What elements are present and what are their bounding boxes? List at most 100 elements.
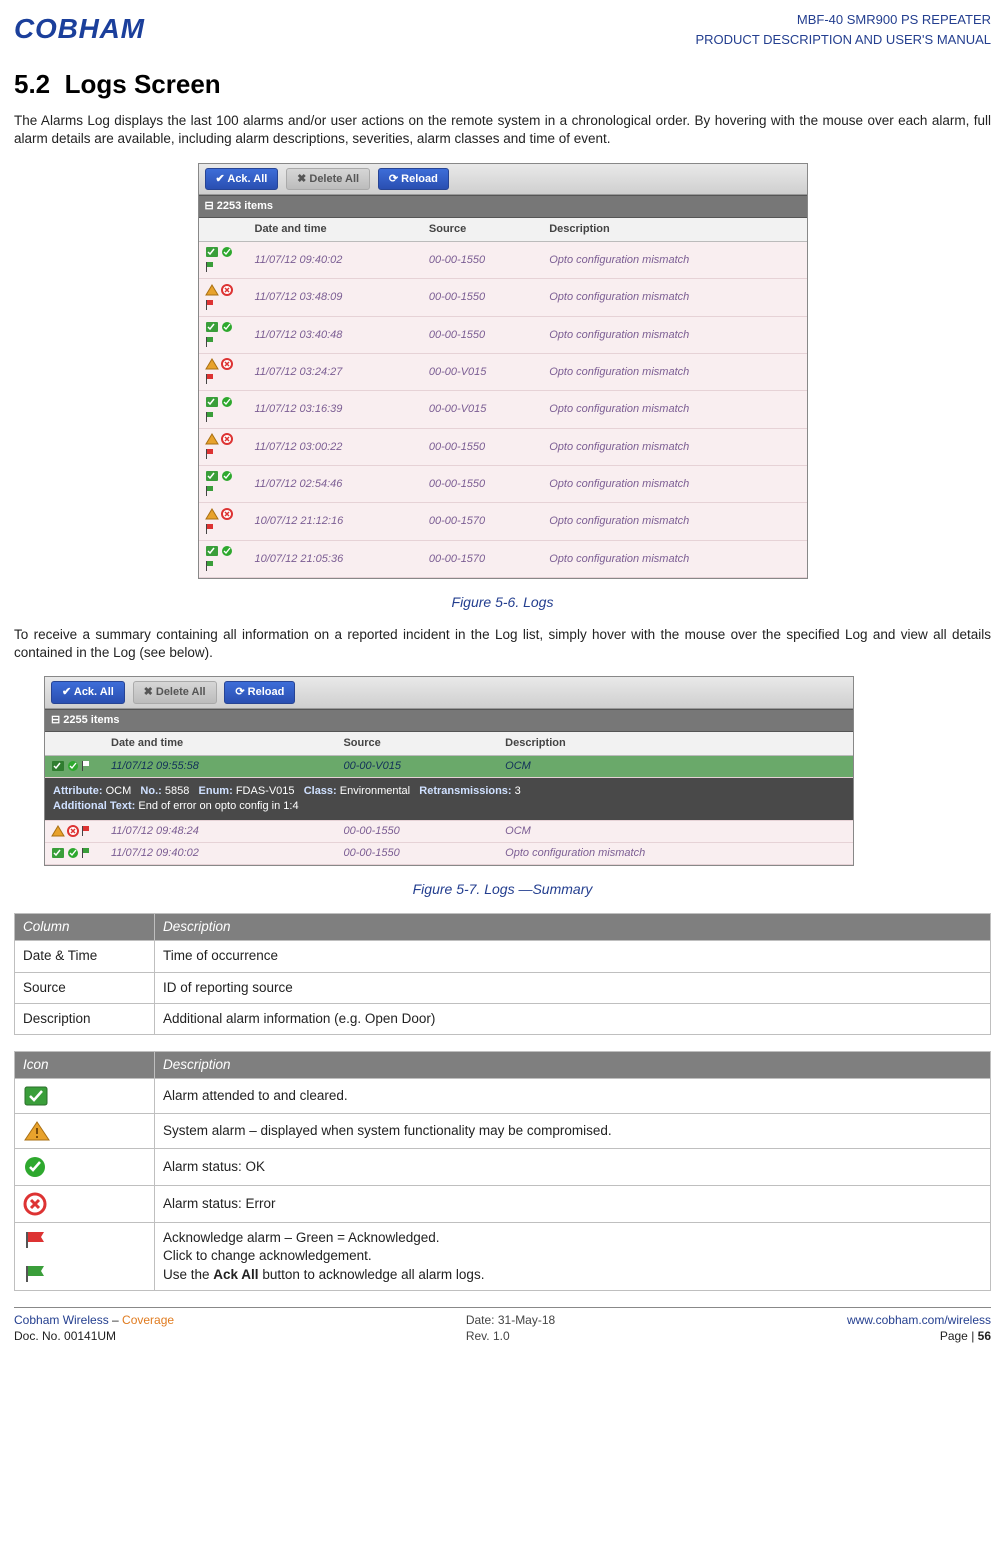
- figure-1-caption: Figure 5-6. Logs: [14, 593, 991, 612]
- status-error-icon: [221, 282, 233, 297]
- status-error-icon: [221, 432, 233, 447]
- table-row[interactable]: 10/07/12 21:12:1600-00-1570Opto configur…: [199, 503, 807, 540]
- log-table-2: Date and time Source Description 11/07/1…: [45, 732, 853, 865]
- system-alarm-icon: [205, 506, 219, 521]
- section-title: Logs Screen: [65, 69, 221, 99]
- header-column: Column: [15, 914, 155, 941]
- table-header-row: Column Description: [15, 914, 991, 941]
- ack-all-button[interactable]: ✔ Ack. All: [205, 168, 279, 191]
- table-row[interactable]: 11/07/12 03:40:4800-00-1550Opto configur…: [199, 316, 807, 353]
- col-date: Date and time: [249, 218, 423, 241]
- footer-brand: Cobham Wireless: [14, 1313, 109, 1327]
- table-row[interactable]: 11/07/12 03:48:0900-00-1550Opto configur…: [199, 279, 807, 316]
- column-description-table: Column Description Date & TimeTime of oc…: [14, 913, 991, 1035]
- screenshot-logs: ✔ Ack. All ✖ Delete All ⟳ Reload ⊟ 2253 …: [198, 163, 808, 580]
- footer-left: Cobham Wireless – Coverage Doc. No. 0014…: [14, 1312, 174, 1344]
- system-alarm-icon: [23, 1120, 51, 1142]
- attended-cleared-icon: [205, 544, 219, 559]
- figure-2-wrap: ✔ Ack. All ✖ Delete All ⟳ Reload ⊟ 2255 …: [44, 676, 991, 866]
- table-row[interactable]: 10/07/12 21:05:3600-00-1570Opto configur…: [199, 540, 807, 577]
- reload-button[interactable]: ⟳ Reload: [224, 681, 295, 704]
- footer-rev: Rev. 1.0: [466, 1329, 510, 1343]
- table-row[interactable]: 11/07/12 03:24:2700-00-V015Opto configur…: [199, 354, 807, 391]
- flag-green-icon: [205, 335, 215, 350]
- status-error-icon: [67, 824, 79, 839]
- flag-red-icon: [81, 824, 91, 839]
- table-row: System alarm – displayed when system fun…: [15, 1114, 991, 1149]
- footer-link[interactable]: www.cobham.com/wireless: [847, 1313, 991, 1327]
- section-number: 5.2: [14, 69, 50, 99]
- table-row[interactable]: 11/07/12 09:40:0200-00-1550Opto configur…: [199, 242, 807, 279]
- header-icon: Icon: [15, 1051, 155, 1078]
- item-count-bar: ⊟ 2253 items: [199, 195, 807, 218]
- table-row: Alarm status: Error: [15, 1186, 991, 1223]
- table-row[interactable]: 11/07/12 09:48:2400-00-1550OCM: [45, 820, 853, 842]
- footer-center: Date: 31-May-18 Rev. 1.0: [466, 1312, 555, 1344]
- flag-green-icon: [81, 759, 91, 774]
- status-ok-icon: [221, 320, 233, 335]
- col-source-2: Source: [337, 732, 499, 755]
- reload-button[interactable]: ⟳ Reload: [378, 168, 449, 191]
- col-description-2: Description: [499, 732, 853, 755]
- ack-desc-line1: Acknowledge alarm – Green = Acknowledged…: [163, 1229, 982, 1247]
- screenshot-toolbar: ✔ Ack. All ✖ Delete All ⟳ Reload: [199, 164, 807, 196]
- status-error-icon: [23, 1192, 47, 1216]
- flag-green-icon: [205, 559, 215, 574]
- screenshot2-toolbar: ✔ Ack. All ✖ Delete All ⟳ Reload: [45, 677, 853, 709]
- log-table: Date and time Source Description 11/07/1…: [199, 218, 807, 578]
- table-row[interactable]: 11/07/12 02:54:4600-00-1550Opto configur…: [199, 466, 807, 503]
- section-heading: 5.2 Logs Screen: [14, 67, 991, 102]
- footer-docno: Doc. No. 00141UM: [14, 1329, 116, 1343]
- figure-1-wrap: ✔ Ack. All ✖ Delete All ⟳ Reload ⊟ 2253 …: [14, 163, 991, 580]
- table-row-selected[interactable]: 11/07/12 09:55:58 00-00-V015 OCM: [45, 756, 853, 778]
- table-row: Alarm status: OK: [15, 1149, 991, 1186]
- table-row: DescriptionAdditional alarm information …: [15, 1003, 991, 1034]
- delete-all-button[interactable]: ✖ Delete All: [133, 681, 217, 704]
- ack-all-button[interactable]: ✔ Ack. All: [51, 681, 125, 704]
- section-paragraph-2: To receive a summary containing all info…: [14, 626, 991, 662]
- attended-cleared-icon: [205, 469, 219, 484]
- doc-title-line2: PRODUCT DESCRIPTION AND USER'S MANUAL: [695, 30, 991, 50]
- table-row[interactable]: 11/07/12 03:16:3900-00-V015Opto configur…: [199, 391, 807, 428]
- status-ok-icon: [67, 759, 79, 774]
- footer-coverage: Coverage: [122, 1313, 174, 1327]
- status-ok-icon: [221, 469, 233, 484]
- ack-desc-line3: Use the Ack All button to acknowledge al…: [163, 1266, 982, 1284]
- status-error-icon: [221, 357, 233, 372]
- attended-cleared-icon: [51, 846, 65, 861]
- footer-date: Date: 31-May-18: [466, 1313, 555, 1327]
- log-table-2-header: Date and time Source Description: [45, 732, 853, 755]
- status-ok-icon: [67, 846, 79, 861]
- header-description: Description: [155, 914, 991, 941]
- attended-cleared-icon: [205, 245, 219, 260]
- flag-red-icon: [205, 447, 215, 462]
- col-description: Description: [543, 218, 806, 241]
- log-table-header: Date and time Source Description: [199, 218, 807, 241]
- col-source: Source: [423, 218, 543, 241]
- status-error-icon: [221, 506, 233, 521]
- system-alarm-icon: [205, 357, 219, 372]
- attended-cleared-icon: [205, 394, 219, 409]
- col-date-2: Date and time: [105, 732, 337, 755]
- table-row: Alarm attended to and cleared.: [15, 1079, 991, 1114]
- flag-green-icon: [23, 1264, 49, 1284]
- flag-green-icon: [81, 846, 91, 861]
- table-header-row: Icon Description: [15, 1051, 991, 1078]
- table-row: Acknowledge alarm – Green = Acknowledged…: [15, 1223, 991, 1291]
- footer-page-label: Page |: [940, 1329, 978, 1343]
- section-paragraph-1: The Alarms Log displays the last 100 ala…: [14, 112, 991, 148]
- table-row[interactable]: 11/07/12 09:40:0200-00-1550Opto configur…: [45, 843, 853, 865]
- table-row[interactable]: 11/07/12 03:00:2200-00-1550Opto configur…: [199, 428, 807, 465]
- table-row: Date & TimeTime of occurrence: [15, 941, 991, 972]
- figure-2-caption: Figure 5-7. Logs —Summary: [14, 880, 991, 899]
- doc-titles: MBF-40 SMR900 PS REPEATER PRODUCT DESCRI…: [695, 10, 991, 49]
- delete-all-button[interactable]: ✖ Delete All: [286, 168, 370, 191]
- system-alarm-icon: [51, 824, 65, 839]
- status-ok-icon: [221, 544, 233, 559]
- status-ok-icon: [221, 245, 233, 260]
- attended-cleared-icon: [51, 759, 65, 774]
- attended-cleared-icon: [23, 1085, 51, 1107]
- flag-green-icon: [205, 260, 215, 275]
- ack-desc-line2: Click to change acknowledgement.: [163, 1247, 982, 1265]
- system-alarm-icon: [205, 282, 219, 297]
